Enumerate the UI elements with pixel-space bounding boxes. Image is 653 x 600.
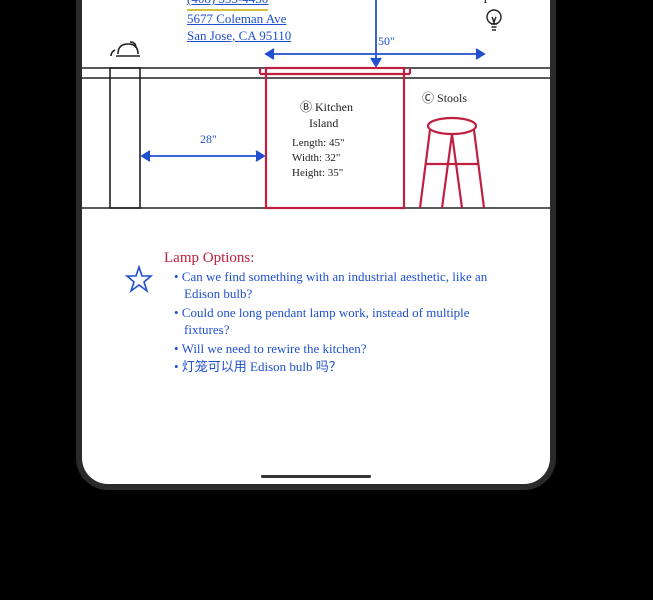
island-title: Kitchen (315, 100, 353, 114)
island-title2: Island (309, 116, 338, 130)
dimension-28: 28" (200, 132, 217, 148)
stools-text: Stools (437, 91, 467, 105)
home-indicator[interactable] (261, 475, 371, 478)
stools-label: Ⓒ Stools (422, 91, 467, 107)
island-length: Length: 45" (292, 136, 344, 151)
dimension-50: 50" (378, 34, 395, 50)
island-dimensions: Length: 45" Width: 32" Height: 35" (292, 136, 344, 181)
island-width: Width: 32" (292, 151, 344, 166)
bullet-4: • 灯笼可以用 Edison bulb 吗？ (174, 359, 514, 376)
lamp-options-list: • Can we find something with an industri… (174, 269, 514, 378)
bullet-2: • Could one long pendant lamp work, inst… (174, 305, 514, 339)
island-height: Height: 35" (292, 166, 344, 181)
island-marker: Ⓑ (300, 100, 312, 114)
bullet-1: • Can we find something with an industri… (174, 269, 514, 303)
island-label: Ⓑ Kitchen Island (300, 100, 353, 131)
lamp-options-title: Lamp Options: (164, 249, 254, 269)
star-icon (124, 264, 154, 294)
stools-marker: Ⓒ (422, 91, 434, 105)
note-canvas[interactable]: (408) 555-4450 5677 Coleman Ave San Jose… (82, 0, 550, 484)
bullet-3: • Will we need to rewire the kitchen? (174, 341, 514, 358)
tablet-frame: (408) 555-4450 5677 Coleman Ave San Jose… (76, 0, 556, 490)
tablet-screen[interactable]: (408) 555-4450 5677 Coleman Ave San Jose… (82, 0, 550, 484)
